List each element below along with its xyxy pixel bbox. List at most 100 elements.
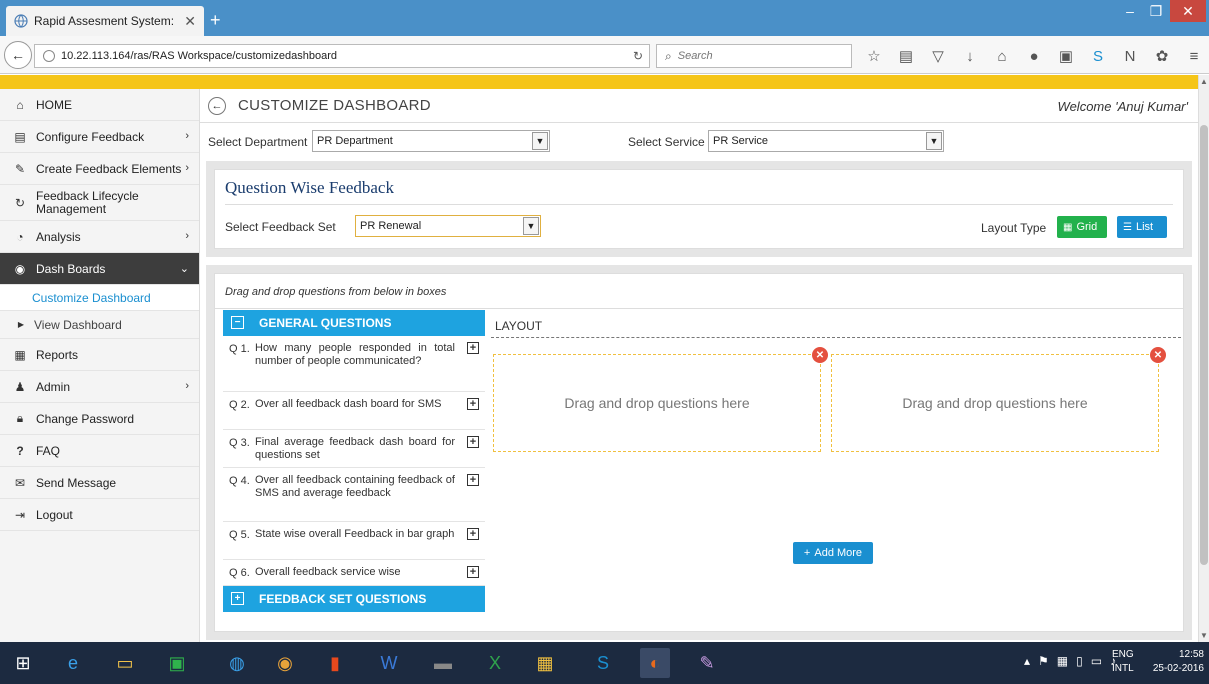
add-more-button[interactable]: + Add More (793, 542, 873, 564)
add-question-icon[interactable]: + (467, 342, 479, 354)
sidebar-item-configure-feedback[interactable]: ▤ Configure Feedback › (0, 121, 199, 153)
menu-icon[interactable]: ≡ (1184, 46, 1204, 66)
layout-type-label: Layout Type (981, 221, 1047, 235)
sidebar-item-reports[interactable]: ▦ Reports (0, 339, 199, 371)
add-question-icon[interactable]: + (467, 436, 479, 448)
drop-zone[interactable]: Drag and drop questions here ✕ (493, 347, 828, 452)
page-title: CUSTOMIZE DASHBOARD (238, 97, 431, 114)
question-item[interactable]: Q 2. Over all feedback dash board for SM… (223, 392, 485, 430)
scroll-down-icon[interactable]: ▼ (1200, 631, 1208, 640)
download-icon[interactable]: ↓ (960, 46, 980, 66)
pocket-icon[interactable]: ▽ (928, 46, 948, 66)
scroll-up-icon[interactable]: ▲ (1200, 77, 1208, 86)
internet-explorer-icon[interactable]: e (58, 648, 88, 678)
app-icon[interactable]: ◍ (222, 648, 252, 678)
sidebar-item-feedback-lifecycle[interactable]: ↻ Feedback Lifecycle Management (0, 185, 199, 221)
plus-icon: + (803, 547, 811, 559)
browser-toolbar-icons: ☆ ▤ ▽ ↓ ⌂ ● ▣ S N ✿ ≡ (864, 46, 1204, 66)
browser-back-icon[interactable]: ← (4, 41, 32, 69)
chrome-icon[interactable]: ◉ (270, 648, 300, 678)
sidebar-item-view-dashboard[interactable]: ▶ View Dashboard (0, 311, 199, 339)
question-item[interactable]: Q 1. How many people responded in total … (223, 336, 485, 392)
chevron-right-icon: › (185, 130, 189, 142)
new-tab-icon[interactable]: + (210, 10, 221, 31)
star-icon[interactable]: ☆ (864, 46, 884, 66)
feedback-set-select[interactable]: PR Renewal ▼ (355, 215, 541, 237)
sidebar-item-change-password[interactable]: 🔒︎ Change Password (0, 403, 199, 435)
sidebar-item-admin[interactable]: ♟ Admin › (0, 371, 199, 403)
file-explorer-icon[interactable]: ▭ (110, 648, 140, 678)
screenshot-icon[interactable]: ▣ (1056, 46, 1076, 66)
department-select[interactable]: PR Department ▼ (312, 130, 550, 152)
terminal-icon[interactable]: ▬ (428, 648, 458, 678)
chat-icon[interactable]: ● (1024, 46, 1044, 66)
sidebar-item-send-message[interactable]: ✉ Send Message (0, 467, 199, 499)
questions-panel: − GENERAL QUESTIONS Q 1. How many people… (223, 310, 485, 630)
dnd-panel: Drag and drop questions from below in bo… (206, 265, 1192, 640)
grid-layout-button[interactable]: ▦ Grid (1057, 216, 1107, 238)
office-icon[interactable]: ▮ (320, 648, 350, 678)
remove-box-icon[interactable]: ✕ (812, 347, 828, 363)
back-arrow-icon[interactable]: ← (208, 97, 226, 115)
extension-icon[interactable]: N (1120, 46, 1140, 66)
add-question-icon[interactable]: + (467, 528, 479, 540)
globe-icon (14, 14, 28, 28)
browser-search[interactable]: ⌕ (656, 44, 852, 68)
page-scrollbar[interactable]: ▲ ▼ (1198, 75, 1209, 642)
service-select[interactable]: PR Service ▼ (708, 130, 944, 152)
reading-list-icon[interactable]: ▤ (896, 46, 916, 66)
word-icon[interactable]: W (374, 648, 404, 678)
sidebar-item-dash-boards[interactable]: ◉ Dash Boards ⌄ (0, 253, 199, 285)
question-item[interactable]: Q 4. Over all feedback containing feedba… (223, 468, 485, 522)
network-icon[interactable]: ▦ (1057, 654, 1068, 668)
skype-icon[interactable]: S (1088, 46, 1108, 66)
sidebar-item-create-feedback-elements[interactable]: ✎ Create Feedback Elements › (0, 153, 199, 185)
clock[interactable]: 12:58 25-02-2016 (1152, 648, 1204, 676)
expand-icon[interactable]: + (231, 592, 244, 605)
close-tab-icon[interactable]: ✕ (184, 13, 196, 30)
sidebar: ⌂ HOME ▤ Configure Feedback › ✎ Create F… (0, 89, 200, 642)
message-icon[interactable]: ▭ (1091, 654, 1102, 668)
sidebar-item-home[interactable]: ⌂ HOME (0, 89, 199, 121)
apps-grid-icon[interactable]: ▦ (530, 648, 560, 678)
maximize-icon[interactable]: ❐ (1144, 0, 1168, 22)
battery-icon[interactable]: ▯ (1076, 654, 1083, 668)
question-item[interactable]: Q 6. Overall feedback service wise + (223, 560, 485, 586)
remove-box-icon[interactable]: ✕ (1150, 347, 1166, 363)
minimize-icon[interactable]: – (1118, 0, 1142, 22)
drop-zone[interactable]: Drag and drop questions here ✕ (831, 347, 1166, 452)
store-icon[interactable]: ▣ (162, 648, 192, 678)
scrollbar-thumb[interactable] (1200, 125, 1208, 565)
windows-start-icon[interactable]: ⊞ (8, 648, 38, 678)
chevron-down-icon: ▼ (523, 217, 539, 235)
home-browser-icon[interactable]: ⌂ (992, 46, 1012, 66)
list-layout-button[interactable]: ☰ List (1117, 216, 1167, 238)
browser-tab[interactable]: Rapid Assesment System: ... ✕ (6, 6, 204, 36)
collapse-icon[interactable]: − (231, 316, 244, 329)
list-icon: ☰ (1123, 221, 1132, 233)
question-item[interactable]: Q 3. Final average feedback dash board f… (223, 430, 485, 468)
excel-icon[interactable]: X (480, 648, 510, 678)
addon-icon[interactable]: ✿ (1152, 46, 1172, 66)
feedback-set-questions-header[interactable]: + FEEDBACK SET QUESTIONS (223, 586, 485, 612)
general-questions-header[interactable]: − GENERAL QUESTIONS (223, 310, 485, 336)
flag-icon[interactable]: ⚑ (1038, 654, 1049, 668)
paint-icon[interactable]: ✎ (692, 648, 722, 678)
skype-taskbar-icon[interactable]: S (588, 648, 618, 678)
sidebar-item-logout[interactable]: ⇥ Logout (0, 499, 199, 531)
sidebar-item-faq[interactable]: ? FAQ (0, 435, 199, 467)
reload-icon[interactable]: ↻ (633, 49, 643, 63)
add-question-icon[interactable]: + (467, 398, 479, 410)
search-input[interactable] (677, 50, 828, 62)
url-bar[interactable]: 10.22.113.164/ras/RAS Workspace/customiz… (34, 44, 650, 68)
sidebar-item-analysis[interactable]: ◔ Analysis › (0, 221, 199, 253)
firefox-icon[interactable]: ◐ (640, 648, 670, 678)
question-item[interactable]: Q 5. State wise overall Feedback in bar … (223, 522, 485, 560)
add-question-icon[interactable]: + (467, 566, 479, 578)
tray-arrow-icon[interactable]: ▴ (1024, 654, 1030, 668)
site-info-icon[interactable] (43, 50, 55, 62)
window-close-icon[interactable]: ✕ (1170, 0, 1206, 22)
language-indicator[interactable]: ENG INTL (1112, 648, 1134, 676)
sidebar-item-customize-dashboard[interactable]: Customize Dashboard (0, 285, 199, 311)
add-question-icon[interactable]: + (467, 474, 479, 486)
